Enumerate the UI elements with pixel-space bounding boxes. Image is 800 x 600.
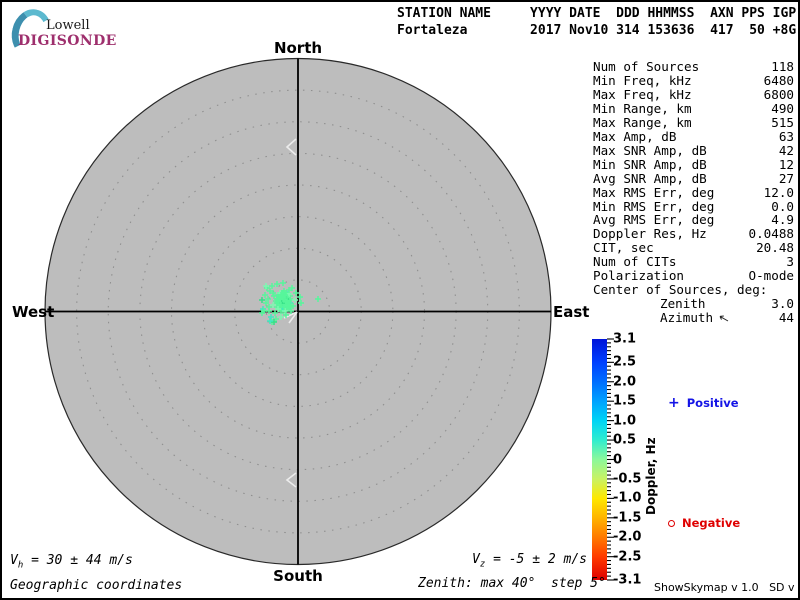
legend-positive: + Positive — [668, 396, 739, 410]
east-label: East — [553, 303, 590, 321]
doppler-colorbar — [592, 339, 607, 580]
stat-label: Avg SNR Amp, dB — [593, 170, 707, 186]
stat-value: 0.0488 — [748, 226, 795, 242]
stat-value: 44 — [778, 310, 794, 326]
version-label: ShowSkymap v 1.0 SD v 5.1 — [654, 581, 800, 594]
legend-negative: Negative — [668, 516, 740, 530]
stat-label: Min Freq, kHz — [593, 72, 692, 88]
stat-value: 3.0 — [771, 296, 794, 312]
stat-row: Num of Sources 118 — [593, 60, 794, 74]
north-label: North — [273, 39, 323, 57]
stat-value: 42 — [778, 142, 794, 158]
stat-row: Max Freq, kHz 6800 — [593, 86, 794, 102]
legend-positive-label: Positive — [686, 396, 739, 410]
west-label: West — [12, 303, 55, 321]
stat-label: Center of Sources, deg: — [593, 282, 768, 298]
colorbar-tick-label: -2.0 — [613, 529, 642, 545]
stat-value: 27 — [778, 170, 794, 186]
stat-value: 6800 — [763, 86, 794, 102]
stat-row: Min SNR Amp, dB 12 — [593, 156, 794, 172]
colorbar-tick-label: 0.5 — [613, 432, 637, 448]
colorbar-tick-label: 1.0 — [613, 413, 637, 429]
vh-value: = 30 ± 44 m/s — [23, 553, 133, 568]
colorbar-tick-label: 1.5 — [613, 393, 637, 409]
colorbar-title: Doppler, Hz — [644, 437, 658, 515]
stat-label: CIT, sec — [593, 240, 654, 256]
colorbar-tick-label: -3.1 — [613, 572, 642, 588]
stat-label: Zenith — [660, 296, 706, 312]
stat-label: Doppler Res, Hz — [593, 226, 707, 242]
stat-value: 12.0 — [763, 184, 794, 200]
stat-value: 63 — [778, 128, 794, 144]
stat-value: 515 — [771, 114, 794, 130]
colorbar-tick-label: -1.5 — [613, 510, 642, 526]
stat-value: 12 — [778, 156, 794, 172]
plus-icon: + — [668, 395, 680, 411]
coordinate-system-label: Geographic coordinates — [10, 578, 183, 593]
vh-var: V — [10, 553, 18, 568]
stat-row: Min RMS Err, deg 0.0 — [593, 198, 794, 214]
stats-panel: Num of Sources 118 Min Freq, kHz 6480 Max Fr… — [593, 60, 794, 325]
stat-row: Max SNR Amp, dB 42 — [593, 142, 794, 158]
azimuth-arrow-icon — [719, 315, 729, 322]
stat-value: O-mode — [748, 268, 795, 284]
stat-row: CIT, sec 20.48 — [593, 241, 794, 255]
zenith-range-label: Zenith: max 40° step 5° — [418, 576, 606, 591]
stat-label: Max SNR Amp, dB — [593, 142, 707, 158]
stat-row: Avg RMS Err, deg 4.9 — [593, 213, 794, 227]
stat-row: Max Range, km 515 — [593, 114, 794, 130]
stat-row: Polarization O-mode — [593, 269, 794, 283]
stat-row: Max RMS Err, deg 12.0 — [593, 184, 794, 200]
stat-row: Min Freq, kHz 6480 — [593, 74, 794, 88]
vz-var: V — [472, 552, 480, 567]
stat-row: Doppler Res, Hz 0.0488 — [593, 227, 794, 241]
colorbar-tick-label: 2.5 — [613, 354, 637, 370]
colorbar-tick-label: -2.5 — [613, 549, 642, 565]
stat-row: Max Amp, dB 63 — [593, 128, 794, 144]
stat-label: Min SNR Amp, dB — [593, 156, 707, 172]
stat-row: Num of CITs 3 — [593, 255, 794, 269]
stat-value: 3 — [786, 254, 794, 270]
stat-row: Center of Sources, deg: — [593, 283, 794, 297]
stat-label: Max Range, km — [593, 114, 692, 130]
stat-value: 20.48 — [756, 240, 794, 256]
stat-row: Avg SNR Amp, dB 27 — [593, 170, 794, 186]
stat-label: Max Freq, kHz — [593, 86, 692, 102]
colorbar-tick-label: 0 — [613, 452, 623, 467]
stat-label: Min Range, km — [593, 100, 692, 116]
stat-row: Zenith 3.0 — [593, 297, 794, 311]
stat-row: Min Range, km 490 — [593, 100, 794, 116]
stat-value: 490 — [771, 100, 794, 116]
stat-label: Avg RMS Err, deg — [593, 212, 715, 228]
vertical-velocity-label: Vz = -5 ± 2 m/s — [472, 552, 587, 570]
stat-value: 6480 — [763, 72, 794, 88]
colorbar-tick-label: 3.1 — [613, 331, 637, 347]
showskymap-window: Lowell DIGISONDE STATION NAME YYYY DATE … — [0, 0, 800, 600]
stat-value: 118 — [771, 59, 794, 74]
stat-label: Polarization — [593, 268, 684, 284]
stat-label: Min RMS Err, deg — [593, 198, 715, 214]
stat-value: 0.0 — [771, 198, 794, 214]
south-label: South — [273, 567, 323, 585]
colorbar-tick-label: -0.5 — [613, 471, 642, 487]
colorbar-tick-label: -1.0 — [613, 490, 642, 506]
stat-label: Max RMS Err, deg — [593, 184, 715, 200]
colorbar-tick-label: 2.0 — [613, 374, 637, 390]
stat-label: Azimuth — [660, 311, 729, 325]
vz-value: = -5 ± 2 m/s — [485, 552, 587, 567]
stat-label: Num of Sources — [593, 59, 700, 74]
circle-icon — [668, 519, 675, 527]
legend-negative-label: Negative — [682, 516, 741, 530]
stat-label: Num of CITs — [593, 254, 677, 270]
stat-label: Max Amp, dB — [593, 128, 677, 144]
stat-row: Azimuth 44 — [593, 311, 794, 325]
horizontal-velocity-label: Vh = 30 ± 44 m/s — [10, 553, 133, 571]
stat-value: 4.9 — [771, 212, 794, 228]
